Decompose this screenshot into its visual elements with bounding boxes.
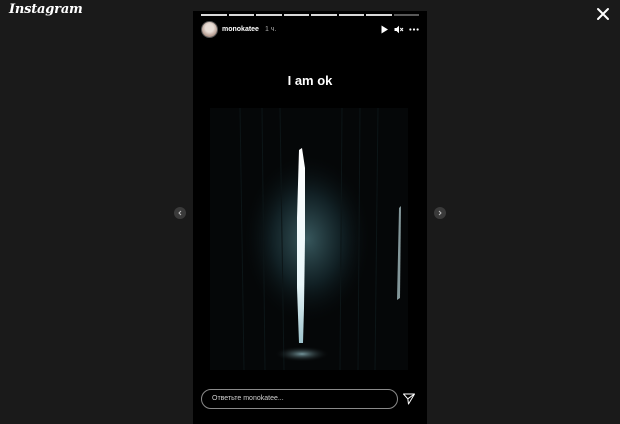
mute-button[interactable]	[394, 24, 404, 34]
chevron-right-icon	[438, 210, 442, 216]
story-progress	[201, 14, 419, 16]
previous-story-button[interactable]	[174, 207, 186, 219]
send-button[interactable]	[402, 392, 416, 406]
close-icon	[597, 8, 609, 20]
username[interactable]: monokatee	[222, 26, 259, 33]
close-button[interactable]	[594, 5, 612, 23]
chevron-left-icon	[178, 210, 182, 216]
instagram-logo[interactable]: Instagram	[9, 2, 83, 17]
progress-segment	[366, 14, 392, 16]
post-time: 1 ч.	[264, 25, 277, 33]
play-button[interactable]	[379, 24, 389, 34]
reply-placeholder: Ответьте monokatee...	[212, 395, 284, 402]
next-story-button[interactable]	[434, 207, 446, 219]
progress-segment	[338, 14, 364, 16]
progress-segment	[283, 14, 309, 16]
progress-segment	[393, 14, 419, 16]
progress-segment	[311, 14, 337, 16]
play-icon	[381, 25, 388, 33]
progress-segment	[228, 14, 254, 16]
more-options-button[interactable]	[409, 24, 419, 34]
avatar[interactable]	[201, 20, 218, 38]
progress-segment	[201, 14, 227, 16]
send-icon	[403, 393, 415, 405]
reply-input[interactable]: Ответьте monokatee...	[201, 389, 398, 409]
story-caption: I am ok	[287, 73, 333, 88]
more-icon	[409, 27, 419, 31]
mute-icon	[394, 25, 404, 33]
progress-segment	[256, 14, 282, 16]
story-viewer[interactable]: monokatee 1 ч. I am ok Ответьте monokate…	[193, 11, 427, 424]
story-header: monokatee 1 ч.	[201, 20, 419, 38]
story-photo	[210, 107, 408, 371]
